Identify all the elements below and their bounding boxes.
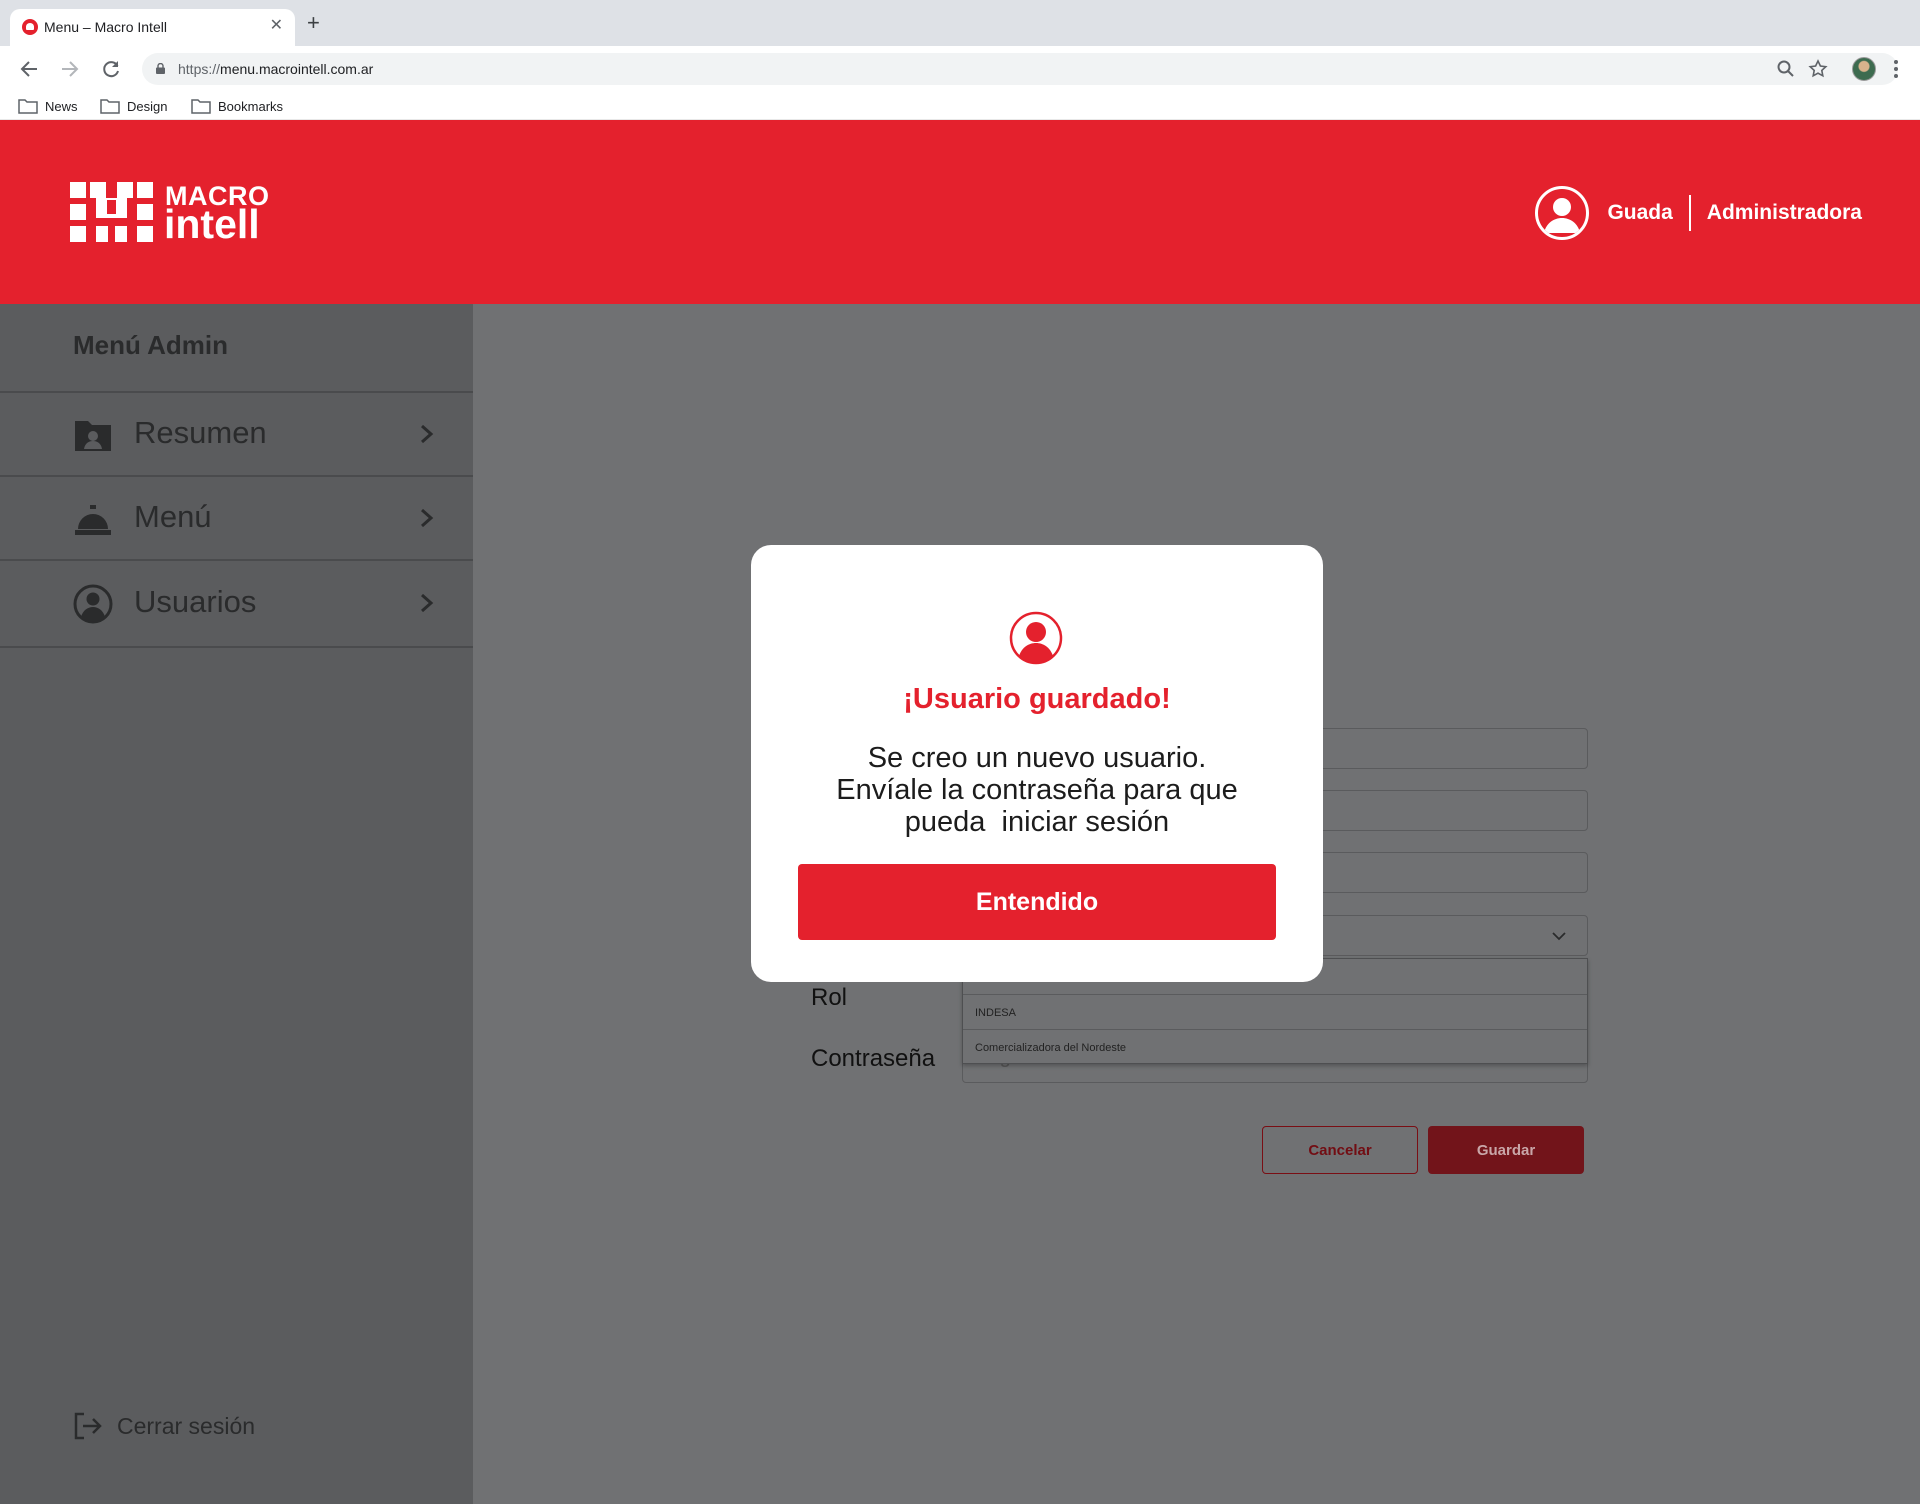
chevron-right-icon bbox=[421, 508, 434, 528]
address-bar[interactable]: https://menu.macrointell.com.ar bbox=[142, 53, 1898, 85]
user-name: Guada bbox=[1607, 201, 1673, 224]
user-info[interactable]: Guada Administradora bbox=[1535, 186, 1862, 240]
cancel-button[interactable]: Cancelar bbox=[1262, 1126, 1418, 1174]
sidebar-item-menu[interactable]: Menú bbox=[0, 477, 473, 559]
modal-message-line: pueda iniciar sesión bbox=[904, 806, 1170, 838]
tab-close-icon[interactable]: ✕ bbox=[270, 17, 283, 35]
dropdown-option[interactable]: Comercializadora del Nordeste bbox=[963, 1029, 1587, 1064]
folder-icon bbox=[100, 99, 120, 114]
logout-button[interactable]: Cerrar sesión bbox=[73, 1411, 255, 1441]
bookmark-star-icon[interactable] bbox=[1808, 59, 1828, 79]
url-scheme: https:// bbox=[178, 61, 221, 77]
folder-icon bbox=[191, 99, 211, 114]
service-bell-icon bbox=[75, 505, 111, 535]
chevron-right-icon bbox=[421, 593, 434, 613]
user-divider bbox=[1688, 195, 1691, 231]
folder-icon bbox=[18, 99, 38, 114]
url-text[interactable]: https://menu.macrointell.com.ar bbox=[178, 61, 373, 77]
bookmark-design[interactable]: Design bbox=[100, 96, 167, 116]
modal-message-line: Envíale la contraseña para que bbox=[836, 774, 1238, 806]
success-modal: ¡Usuario guardado! Se creo un nuevo usua… bbox=[751, 545, 1323, 982]
sidebar: Menú Admin Resumen Menú Usuarios Cerrar … bbox=[0, 304, 473, 1504]
back-arrow-icon[interactable] bbox=[18, 58, 40, 80]
macro-favicon-icon bbox=[22, 19, 38, 35]
bookmark-news[interactable]: News bbox=[18, 96, 78, 116]
user-circle-icon bbox=[73, 584, 113, 624]
chevron-right-icon bbox=[421, 424, 434, 444]
browser-tab[interactable]: Menu – Macro Intell ✕ bbox=[10, 9, 295, 46]
macro-intell-logo[interactable]: MACRO intell bbox=[70, 182, 269, 247]
browser-tab-bar: Menu – Macro Intell ✕ + bbox=[0, 0, 1920, 46]
rol-label: Rol bbox=[811, 984, 848, 1011]
sidebar-item-label: Resumen bbox=[134, 415, 267, 450]
save-button[interactable]: Guardar bbox=[1428, 1126, 1584, 1174]
modal-message-line: Se creo un nuevo usuario. bbox=[867, 742, 1207, 774]
reload-icon[interactable] bbox=[100, 58, 122, 80]
logout-icon bbox=[74, 1412, 102, 1440]
user-role: Administradora bbox=[1706, 201, 1862, 224]
bookmark-bookmarks[interactable]: Bookmarks bbox=[191, 96, 283, 116]
divider bbox=[0, 646, 473, 648]
sidebar-item-usuarios[interactable]: Usuarios bbox=[0, 562, 473, 644]
lock-icon bbox=[156, 63, 165, 74]
bookmarks-bar: News Design Bookmarks bbox=[0, 92, 1920, 120]
new-tab-button[interactable]: + bbox=[307, 12, 320, 34]
modal-title: ¡Usuario guardado! bbox=[903, 683, 1171, 715]
modal-message: Se creo un nuevo usuario. Envíale la con… bbox=[751, 742, 1323, 838]
logo-mark-icon bbox=[70, 182, 153, 242]
dropdown-option[interactable]: INDESA bbox=[963, 994, 1587, 1029]
divider bbox=[0, 559, 473, 561]
more-menu-icon[interactable] bbox=[1893, 58, 1899, 80]
browser-toolbar: https://menu.macrointell.com.ar bbox=[0, 46, 1920, 92]
bookmark-label: Bookmarks bbox=[218, 98, 284, 114]
chevron-down-icon bbox=[1552, 932, 1566, 941]
user-folder-icon bbox=[75, 421, 111, 451]
user-avatar-icon bbox=[1535, 186, 1590, 240]
sidebar-title: Menú Admin bbox=[73, 330, 229, 360]
tab-title: Menu – Macro Intell bbox=[44, 19, 167, 35]
forward-arrow-icon[interactable] bbox=[59, 58, 81, 80]
sidebar-item-resumen[interactable]: Resumen bbox=[0, 393, 473, 475]
sidebar-item-label: Menú bbox=[134, 499, 212, 534]
sidebar-item-label: Usuarios bbox=[134, 584, 257, 619]
logout-label: Cerrar sesión bbox=[117, 1412, 256, 1439]
profile-avatar[interactable] bbox=[1852, 57, 1876, 81]
understood-button[interactable]: Entendido bbox=[798, 864, 1276, 940]
logo-text-intell: intell bbox=[164, 201, 260, 247]
password-label: Contraseña bbox=[811, 1045, 936, 1072]
bookmark-label: News bbox=[45, 98, 78, 114]
app-header: MACRO intell Guada Administradora bbox=[0, 120, 1920, 304]
zoom-icon[interactable] bbox=[1776, 59, 1796, 79]
user-circle-icon bbox=[1009, 611, 1063, 665]
bookmark-label: Design bbox=[127, 98, 168, 114]
url-host: menu.macrointell.com.ar bbox=[220, 61, 374, 77]
